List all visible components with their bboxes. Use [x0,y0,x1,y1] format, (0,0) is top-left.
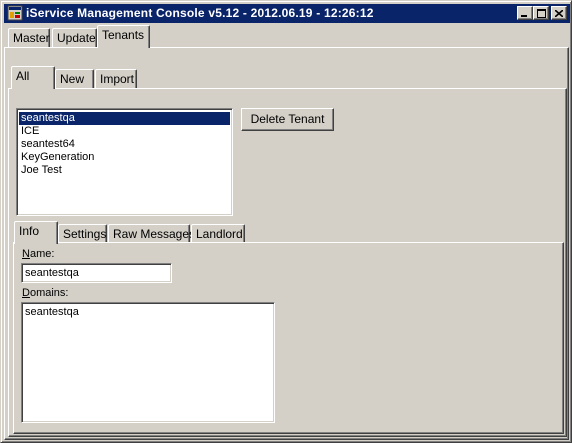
list-item[interactable]: seantestqa [19,112,230,125]
list-item[interactable]: KeyGeneration [19,151,230,164]
tab-settings[interactable]: Settings [58,224,107,244]
domains-label: Domains: [22,287,68,300]
list-item[interactable]: ICE [19,125,230,138]
tab-new[interactable]: New [55,69,94,89]
tab-info[interactable]: Info [14,221,58,244]
title-bar[interactable]: iService Management Console v5.12 - 2012… [4,4,570,23]
window-title: iService Management Console v5.12 - 2012… [26,6,374,20]
maximize-button[interactable] [533,6,549,20]
tab-all-label: All [16,69,30,83]
close-icon [555,9,563,17]
tab-settings-label: Settings [63,227,107,241]
tab-update[interactable]: Update [52,28,97,48]
tab-all[interactable]: All [11,66,55,89]
name-label-accel: N [22,248,30,260]
list-item[interactable]: Joe Test [19,164,230,177]
tab-master-label: Master [13,31,50,45]
name-label-text: ame: [29,248,55,260]
name-label: Name: [22,248,54,261]
close-button[interactable] [551,6,567,20]
tab-import-label: Import [100,72,135,86]
tab-import[interactable]: Import [95,69,137,89]
list-item[interactable]: seantest64 [19,138,230,151]
domains-label-text: omains: [29,287,69,299]
name-field-value: seantestqa [25,267,79,279]
delete-tenant-label: Delete Tenant [250,112,325,126]
tenant-listbox[interactable]: seantestqa ICE seantest64 KeyGeneration … [16,108,233,216]
tab-landlord[interactable]: Landlord [191,224,245,244]
tab-update-label: Update [57,31,96,45]
tab-new-label: New [60,72,85,86]
tab-landlord-label: Landlord [196,227,243,241]
tab-tenants[interactable]: Tenants [97,25,150,48]
name-field[interactable]: seantestqa [21,263,172,283]
maximize-icon [536,8,546,18]
domains-textarea[interactable]: seantestqa [21,302,275,423]
app-icon [7,5,23,21]
minimize-icon [521,14,527,17]
tab-info-label: Info [19,224,40,238]
domains-label-accel: D [22,287,30,299]
domains-textarea-value: seantestqa [25,306,79,318]
delete-tenant-button[interactable]: Delete Tenant [241,108,334,131]
tab-tenants-label: Tenants [102,28,145,42]
tab-raw-messages-label: Raw Messages [113,227,196,241]
tab-master[interactable]: Master [8,28,50,48]
minimize-button[interactable] [517,6,533,20]
tab-raw-messages[interactable]: Raw Messages [108,224,195,244]
app-window: iService Management Console v5.12 - 2012… [0,0,572,443]
